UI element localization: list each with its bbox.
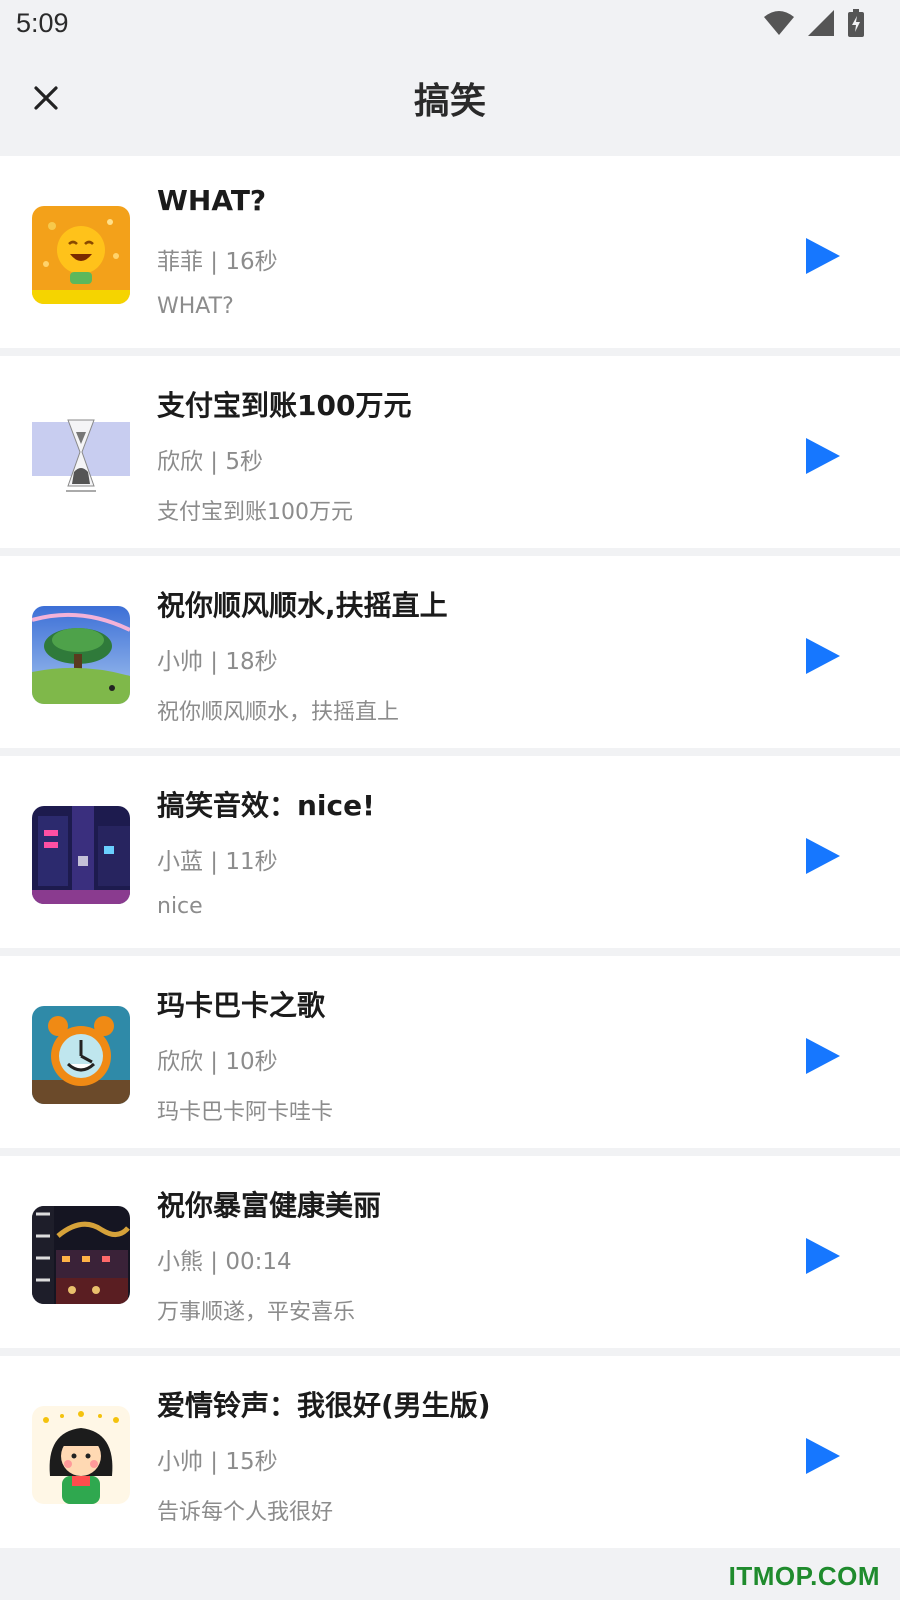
item-title: WHAT? <box>157 184 267 217</box>
play-button[interactable] <box>804 436 842 476</box>
play-icon <box>806 1238 840 1274</box>
item-description: 万事顺遂，平安喜乐 <box>157 1300 356 1325</box>
item-description: 告诉每个人我很好 <box>157 1500 334 1525</box>
status-icons <box>764 8 864 42</box>
status-time: 5:09 <box>16 8 69 38</box>
list-item[interactable]: 祝你顺风顺水,扶摇直上 小帅 | 18秒 祝你顺风顺水，扶摇直上 <box>0 556 900 748</box>
play-button[interactable] <box>804 236 842 276</box>
item-description: 支付宝到账100万元 <box>157 500 353 525</box>
play-icon <box>806 438 840 474</box>
cover-image <box>32 1206 130 1304</box>
cover-image <box>32 406 130 504</box>
cover-image <box>32 206 130 304</box>
play-button[interactable] <box>804 1236 842 1276</box>
header: 搞笑 <box>0 50 900 156</box>
item-title: 祝你顺风顺水,扶摇直上 <box>157 589 448 622</box>
play-button[interactable] <box>804 636 842 676</box>
list-item[interactable]: 支付宝到账100万元 欣欣 | 5秒 支付宝到账100万元 <box>0 356 900 548</box>
wifi-icon <box>764 11 794 39</box>
cover-image <box>32 606 130 704</box>
item-description: 玛卡巴卡阿卡哇卡 <box>157 1100 334 1125</box>
item-meta: 小帅 | 15秒 <box>157 1449 278 1475</box>
cover-image <box>32 806 130 904</box>
cover-image <box>32 1406 130 1504</box>
list-item[interactable]: 祝你暴富健康美丽 小熊 | 00:14 万事顺遂，平安喜乐 <box>0 1156 900 1348</box>
item-title: 支付宝到账100万元 <box>157 389 412 422</box>
play-icon <box>806 1038 840 1074</box>
item-meta: 小蓝 | 11秒 <box>157 849 278 875</box>
play-icon <box>806 838 840 874</box>
item-title: 祝你暴富健康美丽 <box>157 1189 382 1222</box>
item-description: nice <box>157 894 203 919</box>
list-item[interactable]: 搞笑音效：nice! 小蓝 | 11秒 nice <box>0 756 900 948</box>
play-icon <box>806 1438 840 1474</box>
item-meta: 菲菲 | 16秒 <box>157 249 278 275</box>
item-description: WHAT? <box>157 294 234 319</box>
status-bar: 5:09 <box>0 0 900 50</box>
item-description: 祝你顺风顺水，扶摇直上 <box>157 700 400 725</box>
watermark: ITMOP.COM <box>728 1561 880 1591</box>
item-meta: 小熊 | 00:14 <box>157 1249 292 1275</box>
battery-charging-icon <box>848 9 864 41</box>
play-button[interactable] <box>804 1436 842 1476</box>
item-meta: 欣欣 | 10秒 <box>157 1049 278 1075</box>
list-item[interactable]: 玛卡巴卡之歌 欣欣 | 10秒 玛卡巴卡阿卡哇卡 <box>0 956 900 1148</box>
play-icon <box>806 638 840 674</box>
list-item[interactable]: WHAT? 菲菲 | 16秒 WHAT? <box>0 156 900 348</box>
item-meta: 小帅 | 18秒 <box>157 649 278 675</box>
cover-image <box>32 1006 130 1104</box>
play-button[interactable] <box>804 836 842 876</box>
list-item[interactable]: 爱情铃声：我很好(男生版) 小帅 | 15秒 告诉每个人我很好 <box>0 1356 900 1548</box>
item-meta: 欣欣 | 5秒 <box>157 449 264 475</box>
page-title: 搞笑 <box>413 81 486 122</box>
item-title: 爱情铃声：我很好(男生版) <box>157 1389 491 1422</box>
item-title: 搞笑音效：nice! <box>157 789 375 822</box>
item-title: 玛卡巴卡之歌 <box>157 989 326 1022</box>
play-button[interactable] <box>804 1036 842 1076</box>
cellular-signal-icon <box>808 10 834 40</box>
ringtone-list: WHAT? 菲菲 | 16秒 WHAT? 支付宝到账100万元 欣欣 | 5秒 … <box>0 156 900 1556</box>
play-icon <box>806 238 840 274</box>
